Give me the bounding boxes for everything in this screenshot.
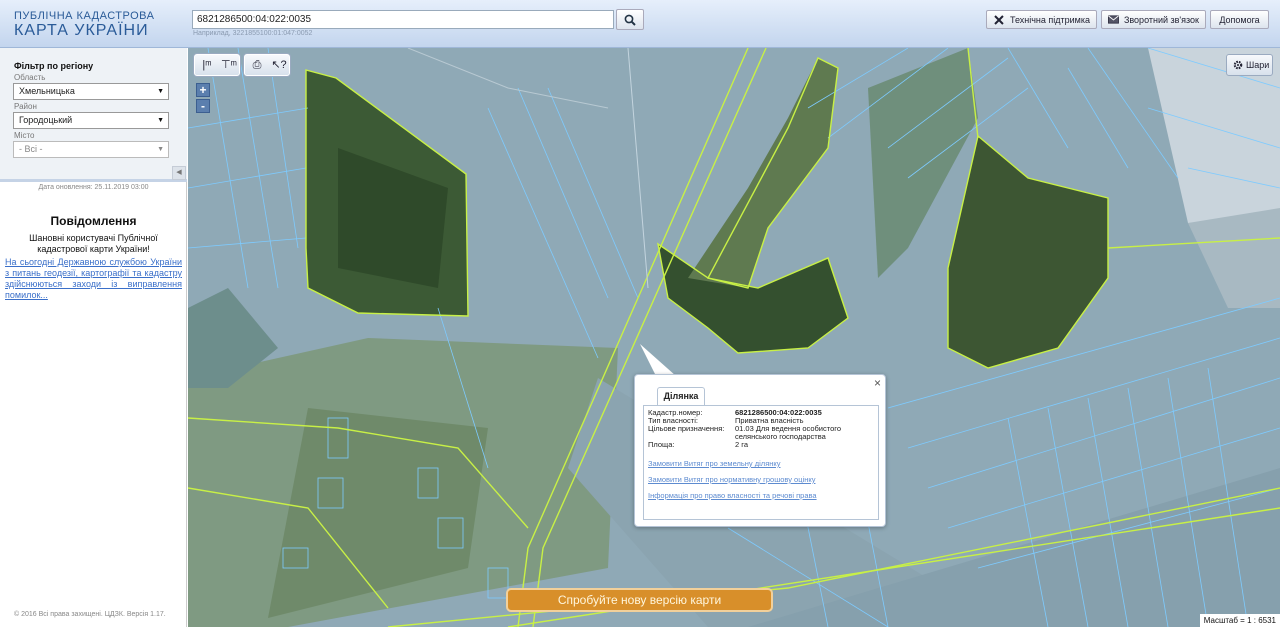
satellite-map[interactable] [188,48,1280,627]
try-new-map-button[interactable]: Спробуйте нову версію карти [506,588,773,612]
header-bar: ПУБЛІЧНА КАДАСТРОВА КАРТА УКРАЇНИ Наприк… [0,0,1280,48]
order-extract-link[interactable]: Замовити Витяг про земельну ділянку [648,460,874,468]
zoom-in-button[interactable]: + [196,83,210,97]
ruler-icon[interactable]: |ᵐ [197,57,217,73]
feedback-label: Зворотний зв'язок [1123,14,1199,25]
dropdown-arrow-icon: ▼ [157,146,164,153]
tech-support-button[interactable]: Технічна підтримка [986,10,1097,29]
search-icon [624,14,636,26]
tech-support-label: Технічна підтримка [1009,14,1090,25]
notification-text: Шановні користувачі Публічної кадастрово… [29,233,158,254]
district-select[interactable]: Городоцький ▼ [13,112,169,129]
city-select[interactable]: - Всі - ▼ [13,141,169,158]
city-label: Місто [14,131,35,140]
region-label: Область [14,73,46,82]
measure-toolbar: |ᵐ ⊤ᵐ [194,54,240,76]
city-value: - Всі - [19,144,43,154]
order-valuation-link[interactable]: Замовити Витяг про нормативну грошову оц… [648,476,874,484]
district-label: Район [14,102,37,111]
district-value: Городоцький [19,115,73,125]
region-value: Хмельницька [19,86,75,96]
area-measure-icon[interactable]: ⊤ᵐ [219,57,239,73]
dropdown-arrow-icon: ▼ [157,117,164,124]
close-icon[interactable]: × [874,377,881,389]
gear-icon [1233,60,1243,70]
sidebar: Фільтр по регіону Область Хмельницька ▼ Р… [0,48,187,627]
region-select[interactable]: Хмельницька ▼ [13,83,169,100]
detail-value: 2 га [735,440,748,449]
ownership-info-link[interactable]: Інформація про право власності та речові… [648,492,874,500]
copyright: © 2016 Всі права захищені. ЦДЗК. Версія … [14,611,166,618]
envelope-icon [1108,15,1119,24]
logo-line2: КАРТА УКРАЇНИ [14,22,149,39]
collapse-sidebar-button[interactable]: ◀ [172,166,186,180]
search-button[interactable] [616,9,644,30]
tools-icon [994,14,1004,25]
map-view[interactable]: |ᵐ ⊤ᵐ ⎙ ↖? + - Шари × Ділянка Кадастр.но… [188,48,1280,627]
site-logo[interactable]: ПУБЛІЧНА КАДАСТРОВА КАРТА УКРАЇНИ [14,11,154,39]
update-date: Дата оновлення: 25.11.2019 03:00 [38,184,149,191]
tab-parcel[interactable]: Ділянка [657,387,705,405]
detail-value: 01.03 Для ведення особистого селянського… [735,424,842,441]
feedback-button[interactable]: Зворотний зв'язок [1101,10,1206,29]
print-toolbar: ⎙ ↖? [244,54,290,76]
map-scale: Масштаб = 1 : 6531 [1199,614,1280,627]
logo-line1: ПУБЛІЧНА КАДАСТРОВА [14,10,155,22]
dropdown-arrow-icon: ▼ [157,88,164,95]
region-filter-panel: Фільтр по регіону Область Хмельницька ▼ Р… [0,48,187,182]
popup-pointer [640,344,676,376]
search-hint: Наприклад, 3221855100:01:047:0052 [193,30,313,37]
layers-button[interactable]: Шари [1226,54,1273,76]
print-icon[interactable]: ⎙ [247,57,267,73]
filter-title: Фільтр по регіону [14,61,94,71]
detail-key: Цільове призначення: [648,424,725,433]
identify-icon[interactable]: ↖? [269,57,289,73]
detail-row: Цільове призначення: 01.03 Для ведення ос… [648,425,874,441]
parcel-details: Кадастр.номер: 6821286500:04:022:0035 Тип… [643,405,879,520]
notification-title: Повідомлення [50,214,137,228]
parcel-info-popup: × Ділянка Кадастр.номер: 6821286500:04:02… [634,374,886,527]
help-label: Допомога [1219,14,1260,25]
cadastral-search-input[interactable] [192,10,614,29]
notification-link[interactable]: На сьогодні Державною службою України з … [5,257,182,301]
zoom-out-button[interactable]: - [196,99,210,113]
detail-row: Площа: 2 га [648,441,874,449]
detail-key: Площа: [648,440,675,449]
help-button[interactable]: Допомога [1210,10,1269,29]
layers-label: Шари [1246,60,1270,70]
